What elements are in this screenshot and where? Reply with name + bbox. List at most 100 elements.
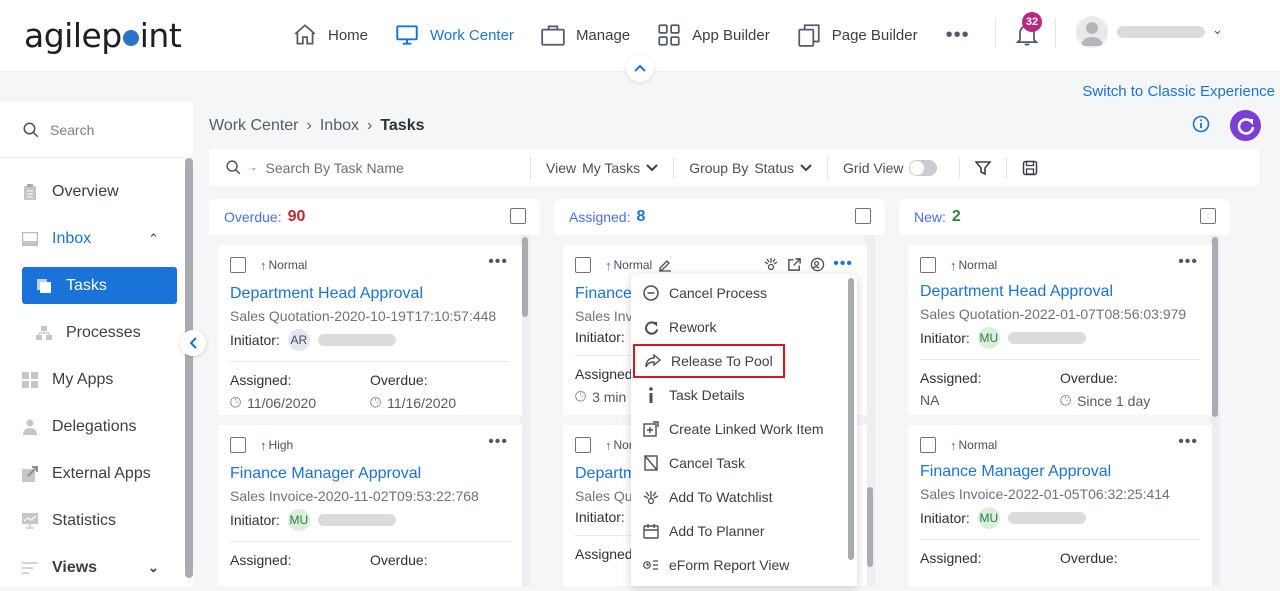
sidebar-item-tasks[interactable]: Tasks xyxy=(22,267,177,304)
chevron-left-icon xyxy=(189,337,197,349)
nav-work-center[interactable]: Work Center xyxy=(394,20,514,50)
divider xyxy=(1006,156,1008,179)
report-icon xyxy=(643,559,659,571)
sidebar-item-my-apps[interactable]: My Apps xyxy=(0,356,193,403)
column-scrollbar[interactable] xyxy=(867,487,873,567)
menu-item-cancel-process[interactable]: Cancel Process xyxy=(631,276,857,310)
group-by-label: Group By xyxy=(689,159,749,176)
menu-item-eform-report-view[interactable]: eForm Report View xyxy=(631,548,857,582)
sidebar-item-label: Overview xyxy=(52,182,119,200)
menu-item-release-to-pool[interactable]: Release To Pool xyxy=(633,344,785,378)
sidebar-item-statistics[interactable]: Statistics xyxy=(0,497,193,544)
task-search-input[interactable] xyxy=(265,159,466,176)
sidebar-item-inbox[interactable]: Inbox ⌃ xyxy=(0,215,193,262)
task-checkbox[interactable] xyxy=(230,257,246,273)
more-nav-button[interactable]: ••• xyxy=(946,24,970,47)
sidebar-item-overview[interactable]: Overview xyxy=(0,168,193,215)
menu-item-add-to-planner[interactable]: Add To Planner xyxy=(631,514,857,548)
more-actions-button[interactable]: ••• xyxy=(488,434,508,450)
main-nav: Home Work Center Manage App Builder Page… xyxy=(292,20,970,50)
user-avatar[interactable] xyxy=(1076,16,1108,48)
select-all-checkbox[interactable] xyxy=(510,208,526,224)
nav-page-builder[interactable]: Page Builder xyxy=(796,20,918,50)
sidebar-search[interactable]: Search xyxy=(0,102,193,158)
clock-icon: 🕒︎ xyxy=(230,394,242,410)
priority-badge: ↑ High xyxy=(260,437,294,453)
user-menu-chevron-icon[interactable]: ⌄ xyxy=(1212,22,1223,38)
task-title[interactable]: Department Head Approval xyxy=(230,285,510,303)
search-options-chevron-icon[interactable]: ⌄ xyxy=(250,162,258,173)
collapse-header-button[interactable] xyxy=(626,54,654,82)
task-checkbox[interactable] xyxy=(920,437,936,453)
more-actions-button[interactable]: ••• xyxy=(833,256,853,272)
group-by-dropdown[interactable]: Group By Status xyxy=(689,160,812,176)
task-title[interactable]: Department Head Approval xyxy=(920,283,1200,301)
task-card[interactable]: ↑Normal ••• Finance Manager Approval Sal… xyxy=(908,425,1212,586)
task-title[interactable]: Finance Manager Approval xyxy=(230,465,510,483)
save-icon[interactable] xyxy=(1022,160,1038,176)
divider xyxy=(673,156,675,179)
view-dropdown[interactable]: View My Tasks xyxy=(546,160,658,176)
apps-icon xyxy=(22,371,38,388)
column-label: Assigned: xyxy=(569,209,631,225)
nav-manage[interactable]: Manage xyxy=(540,20,630,50)
column-scrollbar[interactable] xyxy=(522,237,528,317)
menu-item-add-to-watchlist[interactable]: Add To Watchlist xyxy=(631,480,857,514)
more-actions-button[interactable]: ••• xyxy=(1178,254,1198,270)
task-checkbox[interactable] xyxy=(575,437,591,453)
menu-item-rework[interactable]: Rework xyxy=(631,310,857,344)
open-external-icon[interactable] xyxy=(787,257,802,272)
breadcrumb-separator: › xyxy=(366,117,373,134)
column-overdue: Overdue: 90 ↑ Normal ••• Department Head … xyxy=(209,199,540,586)
external-link-icon xyxy=(22,465,38,482)
priority-badge: ↑Normal xyxy=(605,257,653,273)
task-checkbox[interactable] xyxy=(575,257,591,273)
task-checkbox[interactable] xyxy=(920,257,936,273)
chevron-down-icon[interactable]: ⌄ xyxy=(148,560,159,576)
select-all-checkbox[interactable] xyxy=(1200,208,1216,224)
menu-item-label: eForm Report View xyxy=(669,557,790,573)
menu-item-label: Create Linked Work Item xyxy=(669,421,824,437)
sidebar-item-processes[interactable]: Processes xyxy=(0,309,193,356)
watch-icon xyxy=(643,489,659,505)
select-all-checkbox[interactable] xyxy=(855,208,871,224)
watch-icon[interactable] xyxy=(763,256,779,272)
reassign-icon[interactable] xyxy=(810,257,825,272)
more-actions-button[interactable]: ••• xyxy=(1178,434,1198,450)
user-icon xyxy=(1081,22,1103,46)
filter-icon[interactable] xyxy=(975,160,992,176)
menu-item-cancel-task[interactable]: Cancel Task xyxy=(631,446,857,480)
sidebar-item-views[interactable]: Views ⌄ xyxy=(0,544,193,591)
chevron-up-icon[interactable]: ⌃ xyxy=(148,231,159,247)
chevron-down-icon xyxy=(646,163,658,171)
task-card[interactable]: ↑ Normal ••• Department Head Approval Sal… xyxy=(218,245,522,415)
switch-classic-link[interactable]: Switch to Classic Experience xyxy=(1082,83,1275,100)
refresh-button[interactable] xyxy=(1230,110,1261,141)
menu-item-create-linked-work-item[interactable]: Create Linked Work Item xyxy=(631,412,857,446)
agilepoint-logo[interactable]: agilep int xyxy=(24,16,182,55)
nav-app-builder[interactable]: App Builder xyxy=(656,20,770,50)
menu-scrollbar[interactable] xyxy=(848,278,854,560)
collapse-sidebar-button[interactable] xyxy=(180,330,206,356)
sidebar-item-external-apps[interactable]: External Apps xyxy=(0,450,193,497)
column-scrollbar[interactable] xyxy=(1212,237,1218,417)
nav-home[interactable]: Home xyxy=(292,20,368,50)
column-header: Assigned: 8 xyxy=(554,199,885,235)
sidebar-item-delegations[interactable]: Delegations xyxy=(0,403,193,450)
search-icon[interactable] xyxy=(225,159,242,176)
task-reference: Sales Quotation-2020-10-19T17:10:57:448 xyxy=(230,308,497,324)
grid-view-toggle[interactable] xyxy=(909,159,938,176)
breadcrumb-inbox[interactable]: Inbox xyxy=(320,117,359,135)
arrow-up-icon: ↑ xyxy=(605,437,612,453)
sidebar-scrollbar[interactable] xyxy=(185,158,193,578)
divider xyxy=(920,359,1200,360)
task-title[interactable]: Finance Manager Approval xyxy=(920,463,1200,481)
task-card[interactable]: ↑ Normal ••• Department Head Approval Sal… xyxy=(908,245,1212,415)
menu-item-task-details[interactable]: Task Details xyxy=(631,378,857,412)
task-checkbox[interactable] xyxy=(230,437,246,453)
edit-icon[interactable] xyxy=(658,258,672,272)
task-card[interactable]: ↑ High ••• Finance Manager Approval Sales… xyxy=(218,425,522,586)
more-actions-button[interactable]: ••• xyxy=(488,254,508,270)
info-icon[interactable] xyxy=(1192,115,1210,133)
breadcrumb-work-center[interactable]: Work Center xyxy=(209,117,299,135)
